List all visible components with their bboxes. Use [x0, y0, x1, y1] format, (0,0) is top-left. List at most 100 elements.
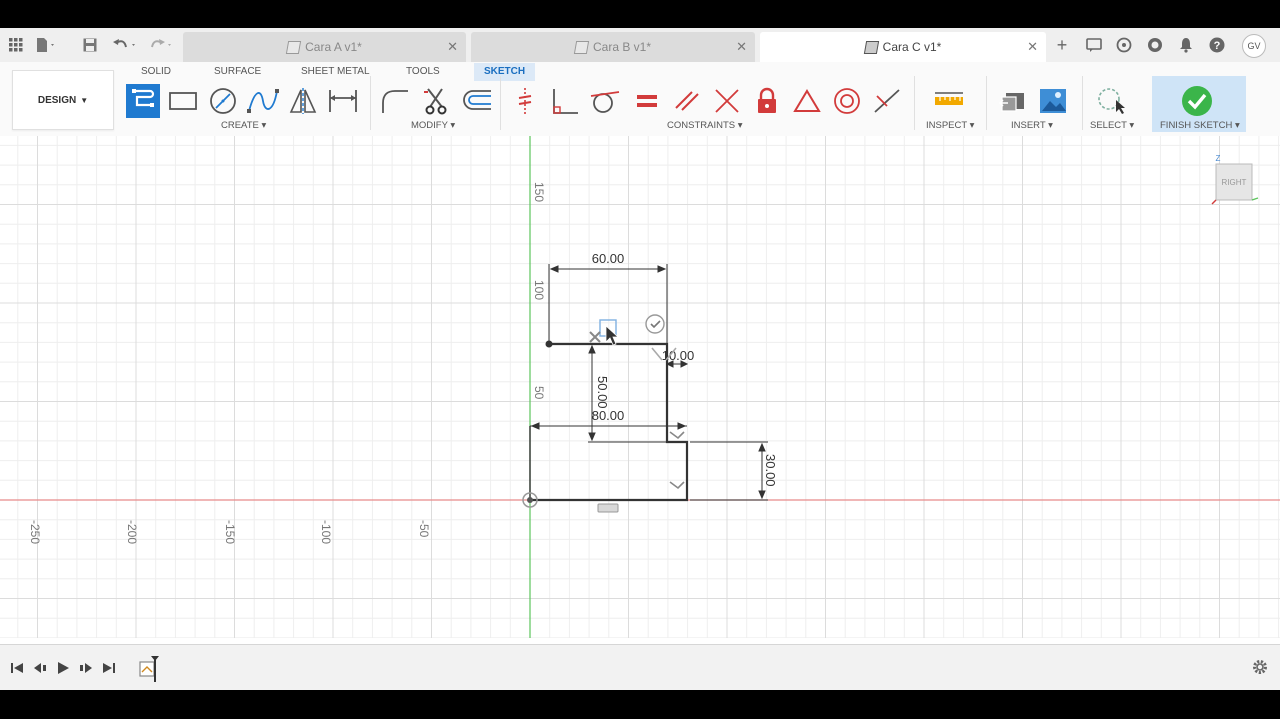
close-icon[interactable]: ✕	[447, 39, 458, 55]
tab-cara-c[interactable]: Cara C v1* ✕	[760, 32, 1046, 62]
line-tool-icon[interactable]	[126, 84, 160, 118]
toolbar-ribbon: DESIGN ▼ SOLID SURFACE SHEET METAL TOOLS…	[0, 62, 1280, 137]
dimension-label[interactable]: 50.00	[595, 376, 610, 409]
job-status-icon[interactable]	[1084, 35, 1104, 55]
parallel-constraint-icon[interactable]	[670, 84, 704, 118]
checkmark-confirm-icon[interactable]	[645, 314, 665, 334]
tab-sheet-metal[interactable]: SHEET METAL	[301, 63, 370, 81]
triangle-constraint-icon[interactable]	[790, 84, 824, 118]
x-tick-label: -150	[223, 520, 237, 544]
new-tab-icon[interactable]: +	[1052, 35, 1072, 55]
online-status-icon[interactable]	[1145, 35, 1165, 55]
group-select[interactable]: SELECT ▾	[1090, 120, 1134, 131]
group-label: FINISH SKETCH	[1160, 120, 1233, 131]
offset-tool-icon[interactable]	[460, 84, 494, 118]
y-tick-label: 50	[532, 386, 546, 400]
select-tool-icon[interactable]	[1094, 84, 1128, 118]
fillet-tool-icon[interactable]	[378, 84, 412, 118]
tab-cara-a[interactable]: Cara A v1* ✕	[183, 32, 466, 62]
group-label: MODIFY	[411, 120, 448, 131]
equal-constraint-icon[interactable]	[630, 84, 664, 118]
go-to-end-icon[interactable]	[102, 661, 116, 678]
title-bar: Cara A v1* ✕ Cara B v1* ✕ Cara C v1* ✕ +…	[0, 28, 1280, 63]
avatar[interactable]: GV	[1242, 34, 1266, 58]
component-icon	[863, 40, 879, 54]
timeline-sketch-feature-icon[interactable]	[138, 654, 162, 687]
view-cube-face-label[interactable]: RIGHT	[1222, 178, 1247, 187]
group-constraints[interactable]: CONSTRAINTS ▾	[667, 120, 743, 131]
line-tool-cursor-icon	[589, 331, 601, 343]
workspace-label: DESIGN	[37, 94, 77, 106]
tab-solid[interactable]: SOLID	[141, 63, 171, 81]
group-finish-sketch[interactable]: FINISH SKETCH ▾	[1160, 120, 1240, 131]
tab-label: Cara B v1*	[592, 40, 652, 54]
origin-center	[527, 497, 533, 503]
insert-derive-icon[interactable]	[996, 84, 1030, 118]
finish-checkmark-icon[interactable]	[1180, 84, 1214, 118]
group-label: INSERT	[1011, 120, 1046, 131]
divider	[370, 76, 371, 130]
midpoint-constraint-icon[interactable]	[870, 84, 904, 118]
file-menu-icon[interactable]	[36, 35, 56, 55]
tangent-constraint-icon[interactable]	[588, 84, 622, 118]
extensions-icon[interactable]	[1114, 35, 1134, 55]
tab-label: Cara A v1*	[305, 40, 362, 54]
measure-tool-icon[interactable]	[932, 84, 966, 118]
tab-cara-b[interactable]: Cara B v1* ✕	[471, 32, 755, 62]
mirror-tool-icon[interactable]	[286, 84, 320, 118]
fix-lock-icon[interactable]	[750, 84, 784, 118]
workspace-switcher-button[interactable]: DESIGN ▼	[12, 70, 114, 130]
trim-scissors-icon[interactable]	[420, 84, 454, 118]
app-grid-icon[interactable]	[6, 35, 26, 55]
undo-icon[interactable]	[110, 35, 140, 55]
circle-tool-icon[interactable]	[206, 84, 240, 118]
dimension-label[interactable]: 30.00	[763, 454, 778, 487]
component-icon	[573, 40, 590, 54]
group-insert[interactable]: INSERT ▾	[1011, 120, 1053, 131]
tab-sketch[interactable]: SKETCH	[474, 63, 536, 81]
sketch-grid[interactable]: -250 -200 -150 -100 -50 150 100 50 60.00	[0, 136, 1280, 638]
tab-tools[interactable]: TOOLS	[406, 63, 440, 81]
concentric-constraint-icon[interactable]	[830, 84, 864, 118]
x-tick-label: -200	[125, 520, 139, 544]
horizontal-constraint-icon[interactable]	[597, 503, 619, 513]
group-modify[interactable]: MODIFY ▾	[411, 120, 455, 131]
spline-tool-icon[interactable]	[246, 84, 280, 118]
step-back-icon[interactable]	[33, 661, 47, 678]
sketch-canvas[interactable]: -250 -200 -150 -100 -50 150 100 50 60.00	[0, 136, 1280, 638]
component-icon	[285, 40, 302, 54]
view-cube-axis-label: Z	[1216, 154, 1221, 163]
svg-text:?: ?	[1214, 40, 1221, 52]
dimension-base-height[interactable]	[690, 441, 768, 501]
save-icon[interactable]	[80, 35, 100, 55]
help-icon[interactable]: ?	[1207, 35, 1227, 55]
x-tick-label: -50	[417, 520, 431, 538]
play-icon[interactable]	[56, 661, 70, 678]
dimension-label[interactable]: 60.00	[592, 251, 625, 266]
group-create[interactable]: CREATE ▾	[221, 120, 266, 131]
group-label: CREATE	[221, 120, 259, 131]
step-forward-icon[interactable]	[79, 661, 93, 678]
dimension-tool-icon[interactable]	[326, 84, 360, 118]
group-label: CONSTRAINTS	[667, 120, 736, 131]
y-tick-label: 100	[532, 280, 546, 300]
go-to-start-icon[interactable]	[10, 661, 24, 678]
perpendicular-constraint-icon[interactable]	[548, 84, 582, 118]
collinear-constraint-icon[interactable]	[710, 84, 744, 118]
rectangle-tool-icon[interactable]	[166, 84, 200, 118]
dimension-label[interactable]: 80.00	[592, 408, 625, 423]
close-icon[interactable]: ✕	[1027, 39, 1038, 55]
insert-canvas-image-icon[interactable]	[1036, 84, 1070, 118]
notifications-bell-icon[interactable]	[1176, 35, 1196, 55]
y-tick-label: 150	[532, 182, 546, 202]
group-inspect[interactable]: INSPECT ▾	[926, 120, 974, 131]
redo-icon[interactable]	[146, 35, 176, 55]
close-icon[interactable]: ✕	[736, 39, 747, 55]
timeline-settings-gear-icon[interactable]	[1252, 659, 1268, 678]
tab-surface[interactable]: SURFACE	[214, 63, 261, 81]
coincident-constraint-icon[interactable]	[508, 84, 542, 118]
dimension-label[interactable]: 10.00	[662, 348, 695, 363]
group-label: SELECT	[1090, 120, 1127, 131]
view-cube[interactable]: RIGHT Z	[1211, 154, 1259, 205]
divider	[914, 76, 915, 130]
